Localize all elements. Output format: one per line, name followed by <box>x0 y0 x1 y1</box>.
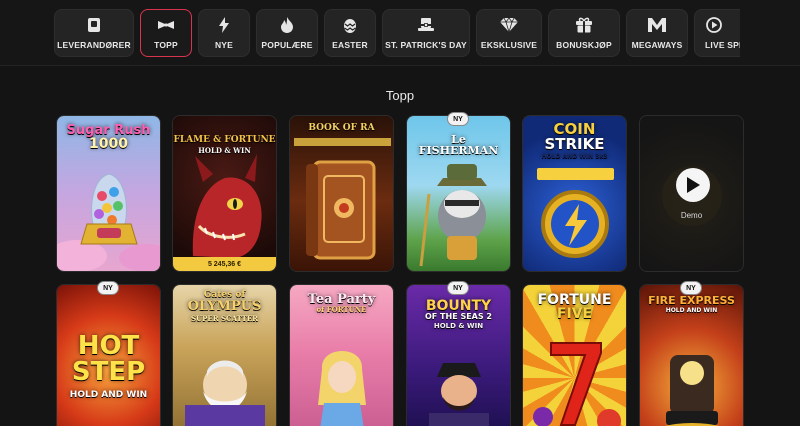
game-title-line2: OF THE SEAS 2 <box>425 312 492 321</box>
tab-label: TOPP <box>154 40 178 50</box>
game-title-line2: 1000 <box>89 136 128 152</box>
jackpot-amount: 5 245,36 € <box>173 257 276 271</box>
game-title-line2: STEP <box>71 357 146 387</box>
demo-label: Demo <box>680 211 703 220</box>
game-subtitle: HOLD AND WIN <box>69 390 148 400</box>
tab-nye[interactable]: NYE <box>198 9 250 57</box>
tab-label: BONUSKJØP <box>556 40 612 50</box>
lightning-icon <box>215 16 233 34</box>
leprechaun-hat-icon <box>417 16 435 34</box>
game-card-flame-fortune[interactable]: FLAME & FORTUNE HOLD & WIN 5 245,36 € <box>172 115 277 272</box>
tab-label: POPULÆRE <box>261 40 313 50</box>
game-card-book-of-ra[interactable]: BOOK OF RA <box>289 115 394 272</box>
tab-label: ST. PATRICK'S DAY <box>385 40 467 50</box>
play-demo-button[interactable] <box>676 168 710 202</box>
new-badge: NY <box>447 281 469 295</box>
game-title-line2: HOLD AND WIN <box>665 307 718 314</box>
game-title-line2: FISHERMAN <box>418 144 499 157</box>
game-title-line1: HOT <box>77 331 140 361</box>
game-title-line2: HOLD & WIN <box>198 146 251 155</box>
tab-live-spill[interactable]: LIVE SPILL <box>694 9 740 57</box>
game-card-le-fisherman[interactable]: Le FISHERMAN <box>406 115 511 272</box>
game-card-coin-strike[interactable]: COIN STRIKE HOLD AND WIN 3x3 <box>522 115 627 272</box>
game-title-line2: OLYMPUS <box>187 299 262 314</box>
bowtie-icon <box>157 16 175 34</box>
game-title-line2: FIVE <box>556 306 593 322</box>
category-tabs: LEVERANDØRER TOPP NYE POPULÆRE EASTER ST… <box>54 9 740 57</box>
tab-label: LIVE SPILL <box>705 40 740 50</box>
game-card-fortune-five[interactable]: FORTUNE FIVE <box>522 284 627 426</box>
game-card-tea-party[interactable]: Tea Party of FORTUNE <box>289 284 394 426</box>
tab-bonuskjop[interactable]: BONUSKJØP <box>548 9 620 57</box>
game-title-line1: BOOK OF RA <box>308 123 375 133</box>
game-grid: Sugar Rush 1000 FLAME & FORTUNE HOLD & W… <box>56 112 744 426</box>
game-card-hot-step[interactable]: HOT STEP HOLD AND WIN <box>56 284 161 426</box>
game-card-sugar-rush-1000[interactable]: Sugar Rush 1000 <box>56 115 161 272</box>
tab-label: LEVERANDØRER <box>57 40 131 50</box>
game-subtitle: HOLD AND WIN 3x3 <box>541 153 608 160</box>
tab-leverandorer[interactable]: LEVERANDØRER <box>54 9 134 57</box>
gift-box-icon <box>575 16 593 34</box>
category-bar: LEVERANDØRER TOPP NYE POPULÆRE EASTER ST… <box>0 0 800 66</box>
game-title-line2: of FORTUNE <box>316 305 367 314</box>
tab-st-patricks-day[interactable]: ST. PATRICK'S DAY <box>382 9 470 57</box>
tab-topp[interactable]: TOPP <box>140 9 192 57</box>
game-card-demo[interactable]: Demo <box>639 115 744 272</box>
game-title-line1: FLAME & FORTUNE <box>173 135 276 145</box>
game-title-line1: BOUNTY <box>425 298 492 314</box>
tab-label: EKSKLUSIVE <box>480 40 538 50</box>
section-title: Topp <box>385 88 415 103</box>
new-badge: NY <box>447 112 469 126</box>
play-circle-icon <box>705 16 723 34</box>
tab-easter[interactable]: EASTER <box>324 9 376 57</box>
tab-label: EASTER <box>332 40 368 50</box>
game-title-line2: STRIKE <box>544 135 605 153</box>
game-title-line1: FORTUNE <box>537 292 612 308</box>
game-card-bounty-of-the-seas-2[interactable]: BOUNTY OF THE SEAS 2 HOLD & WIN <box>406 284 511 426</box>
game-title-line1: FIRE EXPRESS <box>648 294 735 307</box>
new-badge: NY <box>680 281 702 295</box>
megaways-m-icon <box>648 16 666 34</box>
tab-eksklusive[interactable]: EKSKLUSIVE <box>476 9 542 57</box>
tab-populaere[interactable]: POPULÆRE <box>256 9 318 57</box>
game-subtitle: HOLD & WIN <box>433 322 484 330</box>
tab-label: NYE <box>214 40 234 50</box>
diamond-icon <box>500 16 518 34</box>
provider-book-icon <box>85 16 103 34</box>
game-subtitle: SUPER SCATTER <box>190 314 258 323</box>
flame-icon <box>278 16 296 34</box>
easter-egg-icon <box>341 16 359 34</box>
game-card-fire-express[interactable]: FIRE EXPRESS HOLD AND WIN <box>639 284 744 426</box>
tab-megaways[interactable]: MEGAWAYS <box>626 9 688 57</box>
game-card-gates-of-olympus[interactable]: Gates of OLYMPUS SUPER SCATTER <box>172 284 277 426</box>
new-badge: NY <box>97 281 119 295</box>
tab-label: MEGAWAYS <box>631 40 683 50</box>
